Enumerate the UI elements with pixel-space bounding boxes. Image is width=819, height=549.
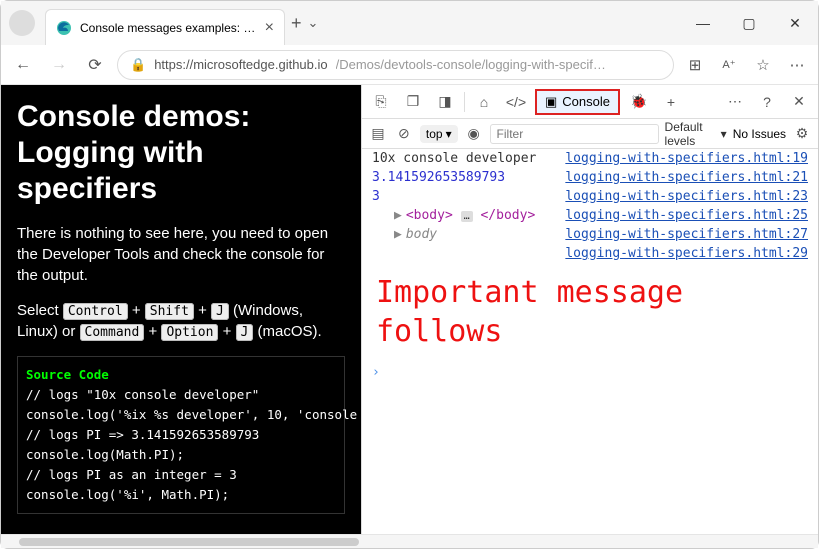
console-row: 3.141592653589793 logging-with-specifier…	[362, 168, 818, 187]
source-code-header: Source Code	[26, 365, 336, 385]
sidebar-toggle-icon[interactable]: ▤	[368, 121, 388, 147]
welcome-tab-icon[interactable]: ⌂	[471, 89, 497, 115]
url-path: /Demos/devtools-console/logging-with-spe…	[336, 57, 606, 72]
app-install-icon[interactable]: ⊞	[682, 52, 708, 78]
tab-console[interactable]: ▣ Console	[535, 89, 620, 115]
devtools-close-icon[interactable]: ✕	[786, 89, 812, 115]
device-toolbar-icon[interactable]: ❐	[400, 89, 426, 115]
overflow-icon[interactable]: ⋯	[722, 89, 748, 115]
code-line: // logs PI => 3.141592653589793	[26, 425, 336, 445]
back-button[interactable]: ←	[9, 51, 37, 79]
profile-avatar[interactable]	[9, 10, 35, 36]
kbd-j2: J	[236, 324, 254, 341]
devtools-panel: ⎘ ❐ ◨ ⌂ </> ▣ Console 🐞 + ⋯ ? ✕ ▤ ⊘ top …	[361, 85, 818, 534]
source-link[interactable]: logging-with-specifiers.html:25	[565, 208, 808, 223]
console-row: ▶body logging-with-specifiers.html:27	[362, 225, 818, 244]
console-object[interactable]: ▶body	[372, 227, 565, 242]
devtools-tabs: ⎘ ❐ ◨ ⌂ </> ▣ Console 🐞 + ⋯ ? ✕	[362, 85, 818, 119]
tab-close-icon[interactable]: ×	[265, 19, 274, 37]
console-message: 3.141592653589793	[372, 170, 565, 185]
inspect-icon[interactable]: ⎘	[368, 89, 394, 115]
kbd-control: Control	[63, 303, 128, 320]
live-expression-icon[interactable]: ◉	[464, 121, 484, 147]
source-link[interactable]: logging-with-specifiers.html:29	[565, 246, 808, 261]
kbd-shift: Shift	[145, 303, 194, 320]
log-levels[interactable]: Default levels ▾	[665, 120, 727, 148]
window-titlebar: Console messages examples: Lo… × + ⌄ — ▢…	[1, 1, 818, 45]
url-host: https://microsoftedge.github.io	[154, 57, 327, 72]
close-button[interactable]: ✕	[772, 7, 818, 39]
kbd-option: Option	[161, 324, 218, 341]
horizontal-scrollbar[interactable]	[1, 534, 818, 548]
expand-arrow-icon[interactable]: ▶	[394, 227, 402, 242]
refresh-button[interactable]: ⟳	[81, 51, 109, 79]
code-line: // logs "10x console developer"	[26, 385, 336, 405]
favorite-icon[interactable]: ☆	[750, 52, 776, 78]
browser-tab[interactable]: Console messages examples: Lo… ×	[45, 9, 285, 45]
minimize-button[interactable]: —	[680, 7, 726, 39]
console-tab-label: Console	[562, 94, 610, 109]
reader-icon[interactable]: A⁺	[716, 52, 742, 78]
issues-label[interactable]: No Issues	[733, 127, 786, 141]
page-title: Console demos: Logging with specifiers	[17, 99, 345, 207]
console-message: 10x console developer	[372, 151, 565, 166]
more-tabs-icon[interactable]: +	[658, 89, 684, 115]
forward-button: →	[45, 51, 73, 79]
menu-icon[interactable]: ⋯	[784, 52, 810, 78]
source-link[interactable]: logging-with-specifiers.html:27	[565, 227, 808, 242]
shortcut-instructions: Select Control + Shift + J (Windows, Lin…	[17, 300, 345, 342]
chevron-down-icon: ▾	[446, 127, 452, 141]
code-line: // logs PI as an integer = 3	[26, 465, 336, 485]
page-intro: There is nothing to see here, you need t…	[17, 223, 345, 286]
chevron-down-icon: ▾	[721, 127, 727, 141]
source-link[interactable]: logging-with-specifiers.html:23	[565, 189, 808, 204]
ellipsis-icon[interactable]: …	[461, 211, 473, 222]
expand-arrow-icon[interactable]: ▶	[394, 208, 402, 223]
kbd-command: Command	[80, 324, 145, 341]
console-icon: ▣	[545, 94, 557, 110]
dock-icon[interactable]: ◨	[432, 89, 458, 115]
clear-console-icon[interactable]: ⊘	[394, 121, 414, 147]
source-link[interactable]: logging-with-specifiers.html:19	[565, 151, 808, 166]
console-object[interactable]: ▶<body> … </body>	[372, 208, 565, 223]
source-link[interactable]: logging-with-specifiers.html:21	[565, 170, 808, 185]
tab-title: Console messages examples: Lo…	[80, 21, 259, 35]
console-prompt[interactable]: ›	[362, 361, 818, 384]
elements-tab-icon[interactable]: </>	[503, 89, 529, 115]
maximize-button[interactable]: ▢	[726, 7, 772, 39]
source-code-box: Source Code // logs "10x console develop…	[17, 356, 345, 514]
console-message: 3	[372, 189, 565, 204]
url-box[interactable]: 🔒 https://microsoftedge.github.io/Demos/…	[117, 50, 674, 80]
main-area: Console demos: Logging with specifiers T…	[1, 85, 818, 534]
help-icon[interactable]: ?	[754, 89, 780, 115]
console-row: 10x console developer logging-with-speci…	[362, 149, 818, 168]
scrollbar-thumb[interactable]	[19, 538, 359, 546]
styled-console-message: Important message follows	[362, 263, 818, 361]
code-line: console.log('%ix %s developer', 10, 'con…	[26, 405, 336, 425]
filter-input[interactable]	[490, 124, 659, 144]
lock-icon: 🔒	[130, 57, 146, 73]
console-settings-icon[interactable]: ⚙	[792, 121, 812, 147]
code-line: console.log(Math.PI);	[26, 445, 336, 465]
new-tab-button[interactable]: +	[291, 13, 302, 34]
code-line: console.log('%i', Math.PI);	[26, 485, 336, 505]
context-selector[interactable]: top ▾	[420, 125, 458, 143]
edge-favicon	[56, 20, 72, 36]
kbd-j: J	[211, 303, 229, 320]
console-output: 10x console developer logging-with-speci…	[362, 149, 818, 534]
debug-icon[interactable]: 🐞	[626, 89, 652, 115]
console-toolbar: ▤ ⊘ top ▾ ◉ Default levels ▾ No Issues ⚙	[362, 119, 818, 149]
console-row: logging-with-specifiers.html:29	[362, 244, 818, 263]
tab-overflow-icon[interactable]: ⌄	[308, 15, 319, 31]
page-content: Console demos: Logging with specifiers T…	[1, 85, 361, 534]
address-bar: ← → ⟳ 🔒 https://microsoftedge.github.io/…	[1, 45, 818, 85]
console-row: 3 logging-with-specifiers.html:23	[362, 187, 818, 206]
console-row: ▶<body> … </body> logging-with-specifier…	[362, 206, 818, 225]
